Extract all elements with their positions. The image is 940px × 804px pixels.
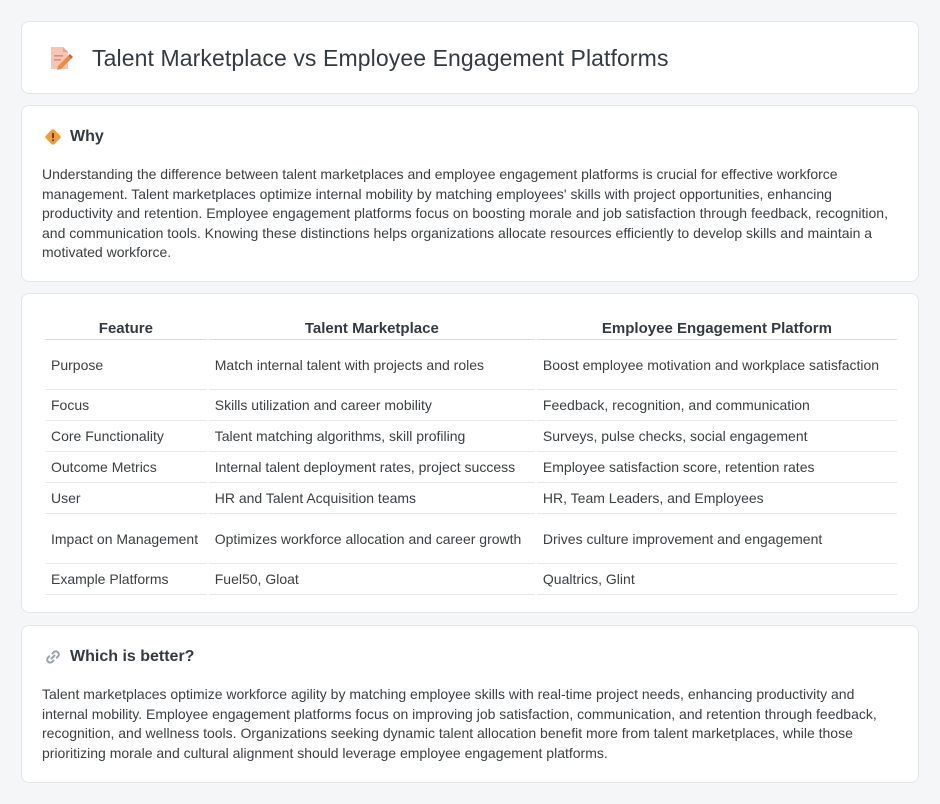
table-cell: Purpose xyxy=(45,340,207,390)
table-cell: Optimizes workforce allocation and caree… xyxy=(208,514,535,564)
table-cell: Feedback, recognition, and communication xyxy=(536,390,897,421)
which-is-better-card: Which is better? Talent marketplaces opt… xyxy=(21,625,919,783)
table-row: Example Platforms Fuel50, Gloat Qualtric… xyxy=(45,564,897,595)
table-cell: Example Platforms xyxy=(45,564,207,595)
table-row: Focus Skills utilization and career mobi… xyxy=(45,390,897,421)
column-header-engagement-platform: Employee Engagement Platform xyxy=(536,317,897,340)
table-cell: Surveys, pulse checks, social engagement xyxy=(536,421,897,452)
title-card: Talent Marketplace vs Employee Engagemen… xyxy=(21,21,919,94)
table-cell: Qualtrics, Glint xyxy=(536,564,897,595)
table-cell: Focus xyxy=(45,390,207,421)
table-cell: Talent matching algorithms, skill profil… xyxy=(208,421,535,452)
page-title: Talent Marketplace vs Employee Engagemen… xyxy=(92,44,669,71)
table-cell: Boost employee motivation and workplace … xyxy=(536,340,897,390)
why-text: Understanding the difference between tal… xyxy=(42,166,888,260)
why-card: Why Understanding the difference between… xyxy=(21,105,919,282)
why-heading-row: Why xyxy=(44,128,104,146)
table-row: Core Functionality Talent matching algor… xyxy=(45,421,897,452)
column-header-feature: Feature xyxy=(45,317,207,340)
comparison-card: Feature Talent Marketplace Employee Enga… xyxy=(21,293,919,613)
table-cell: User xyxy=(45,483,207,514)
table-cell: Fuel50, Gloat xyxy=(208,564,535,595)
table-row: Outcome Metrics Internal talent deployme… xyxy=(45,452,897,483)
diamond-warning-icon xyxy=(44,128,62,146)
table-cell: Match internal talent with projects and … xyxy=(208,340,535,390)
table-cell: Outcome Metrics xyxy=(45,452,207,483)
table-cell: HR, Team Leaders, and Employees xyxy=(536,483,897,514)
table-row: Purpose Match internal talent with proje… xyxy=(45,340,897,390)
document-pencil-icon xyxy=(46,44,74,72)
table-cell: Impact on Management xyxy=(45,514,207,564)
better-heading: Which is better? xyxy=(70,648,195,665)
table-cell: Internal talent deployment rates, projec… xyxy=(208,452,535,483)
better-text: Talent marketplaces optimize workforce a… xyxy=(42,686,877,761)
why-heading: Why xyxy=(70,128,104,145)
link-icon xyxy=(44,648,62,666)
column-header-talent-marketplace: Talent Marketplace xyxy=(208,317,535,340)
comparison-table: Feature Talent Marketplace Employee Enga… xyxy=(43,317,899,595)
table-cell: Skills utilization and career mobility xyxy=(208,390,535,421)
table-cell: Employee satisfaction score, retention r… xyxy=(536,452,897,483)
title-row: Talent Marketplace vs Employee Engagemen… xyxy=(46,44,669,72)
table-header-row: Feature Talent Marketplace Employee Enga… xyxy=(45,317,897,340)
table-row: User HR and Talent Acquisition teams HR,… xyxy=(45,483,897,514)
table-cell: Core Functionality xyxy=(45,421,207,452)
table-cell: Drives culture improvement and engagemen… xyxy=(536,514,897,564)
table-row: Impact on Management Optimizes workforce… xyxy=(45,514,897,564)
better-heading-row: Which is better? xyxy=(44,648,194,666)
table-cell: HR and Talent Acquisition teams xyxy=(208,483,535,514)
